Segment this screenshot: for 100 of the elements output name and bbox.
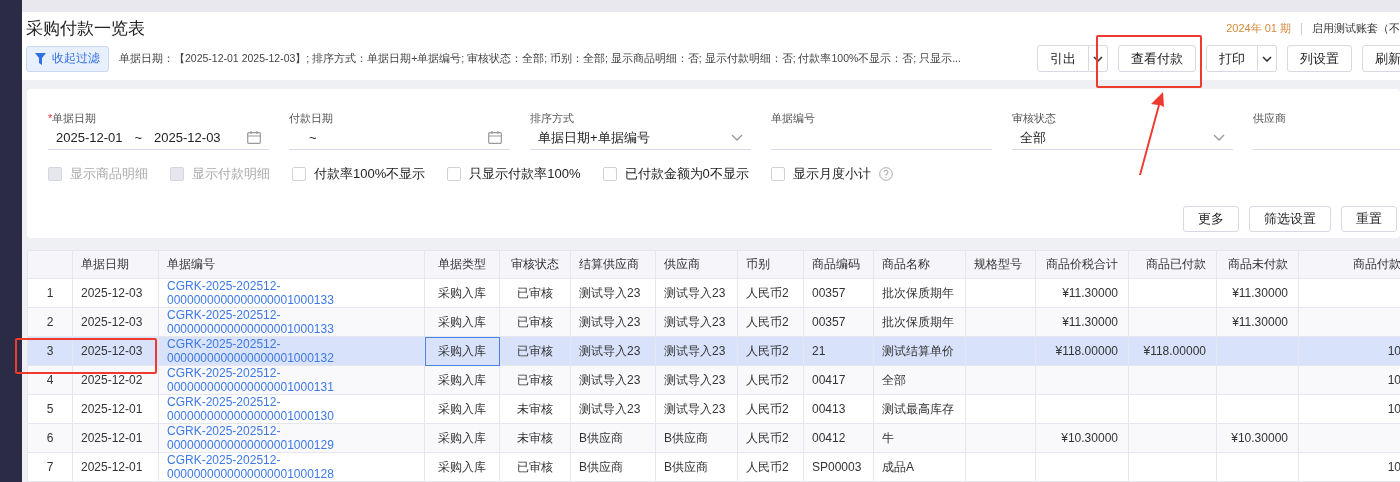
column-header: 商品未付款 xyxy=(1228,257,1288,271)
table-cell: 人民币2 xyxy=(746,373,789,387)
table-cell: 已审核 xyxy=(517,373,553,387)
table-cell: 测试导入23 xyxy=(664,344,726,358)
table-cell: 00413 xyxy=(812,402,846,416)
table-cell: 测试导入23 xyxy=(664,373,726,387)
table-cell: B供应商 xyxy=(664,431,708,445)
table-cell: 采购入库 xyxy=(438,315,486,329)
table-cell: 10 xyxy=(1387,344,1400,358)
table-cell: 5 xyxy=(46,402,54,416)
filter-button[interactable]: 重置 xyxy=(1341,205,1397,232)
table-cell: 测试导入23 xyxy=(579,286,641,300)
table-cell: 4 xyxy=(46,373,54,387)
date-range-field[interactable]: ~ xyxy=(289,126,510,150)
checkbox-label: 只显示付款率100% xyxy=(469,164,581,183)
date-range-field[interactable]: 2025-12-01 ~ 2025-12-03 xyxy=(48,126,269,150)
table-cell: 采购入库 xyxy=(438,373,486,387)
table-cell: 未审核 xyxy=(517,402,553,416)
table-cell: 测试导入23 xyxy=(664,315,726,329)
filter-button[interactable]: 筛选设置 xyxy=(1249,205,1331,232)
table-cell: ¥10.30000 xyxy=(1061,431,1118,445)
table-cell: 测试导入23 xyxy=(664,402,726,416)
column-header: 规格型号 xyxy=(974,257,1022,271)
select-field[interactable]: 单据日期+单据编号 xyxy=(530,126,751,150)
chevron-down-icon xyxy=(731,134,743,142)
calendar-icon xyxy=(247,131,261,145)
table-cell: 2025-12-03 xyxy=(81,315,143,329)
table-cell: 采购入库 xyxy=(438,286,486,300)
table-cell: 采购入库 xyxy=(438,402,486,416)
table-cell: 人民币2 xyxy=(746,315,789,329)
table-cell: ¥118.00000 xyxy=(1055,344,1118,358)
table-cell: 00357 xyxy=(812,286,846,300)
toolbar-button[interactable]: 打印 xyxy=(1206,45,1258,73)
checkbox[interactable] xyxy=(292,166,306,181)
dropdown-button[interactable] xyxy=(1258,45,1277,73)
period-label: 2024年 01 期 xyxy=(1226,21,1291,37)
checkbox-label: 显示付款明细 xyxy=(192,164,270,183)
checkbox-label: 显示月度小计 xyxy=(792,164,871,183)
table-cell: 3 xyxy=(46,344,54,358)
table-cell: 6 xyxy=(46,431,54,445)
table-cell: 测试最高库存 xyxy=(882,402,954,416)
checkbox[interactable] xyxy=(602,166,617,181)
field-label: 付款日期 xyxy=(289,110,334,126)
table-cell: ¥118.00000 xyxy=(1143,344,1206,358)
table-cell: 10 xyxy=(1387,460,1400,474)
table-cell: ¥10.30000 xyxy=(1231,431,1288,445)
collapse-filter-button[interactable]: 收起过滤 xyxy=(26,45,109,72)
column-header: 供应商 xyxy=(664,257,700,271)
table-cell: 人民币2 xyxy=(746,402,789,416)
table-cell: 2 xyxy=(46,315,54,329)
field-label: 单据编号 xyxy=(771,110,816,126)
column-header: 单据日期 xyxy=(81,257,129,271)
caret-icon xyxy=(1093,55,1103,62)
toolbar-button[interactable]: 列设置 xyxy=(1287,45,1352,73)
checkbox[interactable] xyxy=(447,166,462,181)
table-cell: 2025-12-01 xyxy=(81,402,143,416)
table-cell: 10 xyxy=(1387,402,1400,416)
toolbar-button[interactable]: 引出 xyxy=(1037,45,1089,73)
table-cell: 采购入库 xyxy=(438,460,486,474)
table-cell: B供应商 xyxy=(579,460,623,474)
table-cell: 已审核 xyxy=(517,286,553,300)
table-cell: 7 xyxy=(46,460,54,474)
table-cell: 批次保质期年 xyxy=(882,315,954,329)
column-header: 币别 xyxy=(746,257,770,271)
checkbox-label: 显示商品明细 xyxy=(70,164,148,183)
table-cell: 未审核 xyxy=(517,431,553,445)
table-cell: 人民币2 xyxy=(746,344,789,358)
table-cell: 测试导入23 xyxy=(664,286,726,300)
table-cell: 2025-12-01 xyxy=(81,460,143,474)
column-header: 单据编号 xyxy=(167,257,215,271)
help-icon[interactable] xyxy=(878,166,893,181)
checkbox-label: 付款率100%不显示 xyxy=(314,164,426,183)
filter-summary: 单据日期：【2025-12-01 2025-12-03】; 排序方式：单据日期+单据编号; 审核状态：全部; 币别：全部; 显示商品明细：否; 显示付款明细：否; 付款率100%不显示：否; 只显示... xyxy=(119,51,962,66)
table-cell: 测试导入23 xyxy=(579,344,641,358)
filter-button[interactable]: 更多 xyxy=(1183,205,1239,232)
column-header: 结算供应商 xyxy=(579,257,639,271)
table-cell: 采购入库 xyxy=(438,344,486,358)
table-cell: 已审核 xyxy=(517,344,553,358)
table-cell: 已审核 xyxy=(517,315,553,329)
field-label: 审核状态 xyxy=(1012,110,1057,126)
table-cell: 全部 xyxy=(882,373,906,387)
table-cell: ¥11.30000 xyxy=(1062,286,1118,300)
table-cell: 采购入库 xyxy=(438,431,486,445)
caret-icon xyxy=(1262,55,1272,62)
toolbar-button[interactable]: 刷新 xyxy=(1362,45,1400,73)
table-cell: 00357 xyxy=(812,315,846,329)
column-header: 商品编码 xyxy=(812,257,860,271)
table-cell: 测试导入23 xyxy=(579,402,641,416)
field-label: 排序方式 xyxy=(530,110,575,126)
table-cell: 2025-12-01 xyxy=(81,431,143,445)
table-cell: B供应商 xyxy=(664,460,708,474)
select-field[interactable]: 全部 xyxy=(1012,126,1233,150)
table-cell: 成品A xyxy=(882,460,914,474)
column-header: 商品付款 xyxy=(1353,257,1400,271)
toolbar-button[interactable]: 查看付款 xyxy=(1118,45,1196,73)
table-cell: 已审核 xyxy=(517,460,553,474)
table-cell: 人民币2 xyxy=(746,286,789,300)
checkbox[interactable] xyxy=(770,166,785,181)
table-cell: 人民币2 xyxy=(746,460,789,474)
table-cell: 2025-12-02 xyxy=(81,373,143,387)
